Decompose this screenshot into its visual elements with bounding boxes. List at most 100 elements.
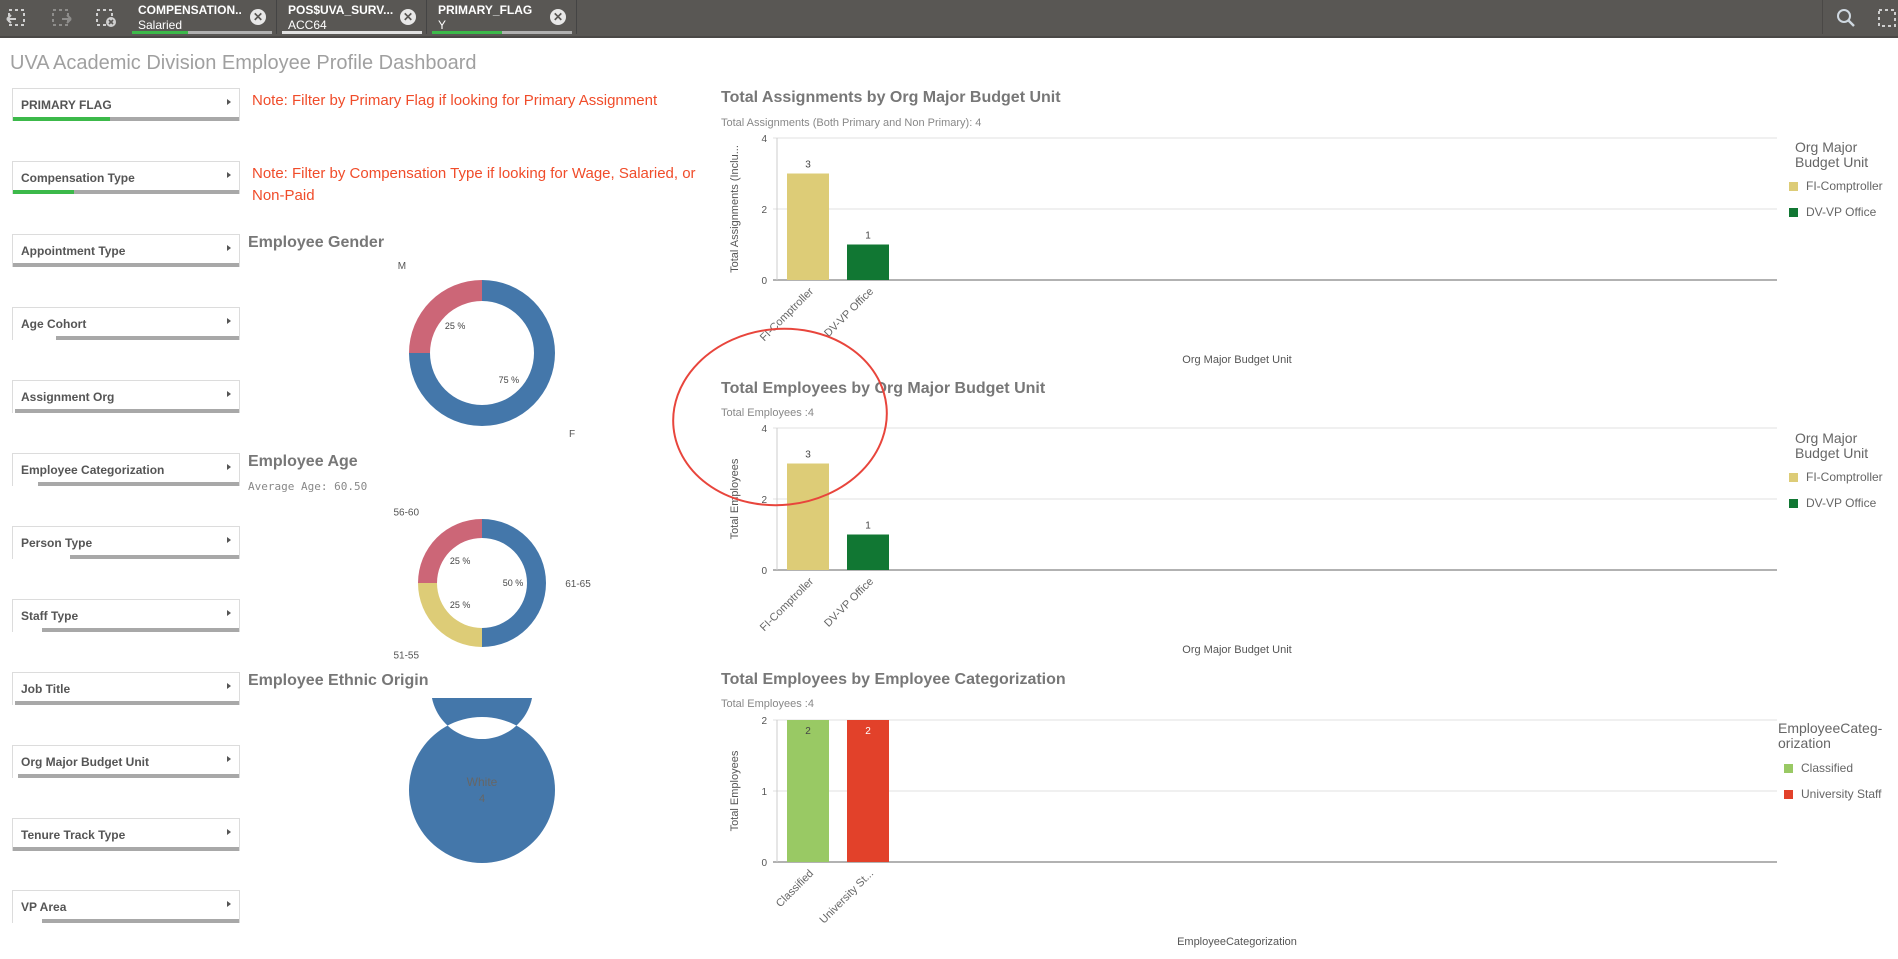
slice-category-label: 61-65	[565, 579, 591, 590]
expand-arrow-icon[interactable]	[227, 610, 231, 616]
selection-value: Salaried	[138, 18, 183, 32]
bar-fi-comptroller[interactable]	[787, 173, 829, 281]
filter-appointment-type[interactable]: Appointment Type	[12, 234, 240, 267]
expand-arrow-icon[interactable]	[227, 172, 231, 178]
filter-assignment-org[interactable]: Assignment Org	[12, 380, 240, 413]
smart-search-icon[interactable]	[1876, 6, 1898, 30]
x-tick-label: DV-VP Office	[822, 576, 876, 630]
employees-cat-bar-chart[interactable]: Total Employees 0 1 2 2 Classified 2 University…	[720, 712, 1790, 952]
bar-data-label: 2	[865, 726, 871, 737]
legend-label: FI-Comptroller	[1806, 179, 1883, 193]
note-line: Note: Filter by Compensation Type if loo…	[252, 165, 696, 182]
legend-item-fi-comptroller[interactable]: FI-Comptroller	[1789, 179, 1883, 193]
filter-state-bar	[13, 482, 239, 486]
ethnic-donut-chart[interactable]: White 4	[390, 698, 580, 888]
selection-tab-pos-uva-surv[interactable]: POS$UVA_SURV... ACC64 ✕	[278, 0, 427, 34]
employees-cat-chart-subtitle: Total Employees :4	[721, 698, 814, 710]
legend-label: Classified	[1801, 761, 1854, 775]
filter-tenure-track-type[interactable]: Tenure Track Type	[12, 818, 240, 851]
remove-selection-icon[interactable]: ✕	[550, 9, 566, 25]
filter-compensation-type[interactable]: Compensation Type	[12, 161, 240, 194]
bar-data-label: 3	[805, 160, 811, 171]
filter-person-type[interactable]: Person Type	[12, 526, 240, 559]
filter-state-bar	[13, 774, 239, 778]
legend-swatch	[1784, 764, 1793, 773]
legend-swatch	[1789, 208, 1798, 217]
gender-donut-chart[interactable]: 75 % F 25 % M	[390, 260, 580, 450]
expand-arrow-icon[interactable]	[227, 318, 231, 324]
legend-title: Org Major Budget Unit	[1795, 139, 1869, 170]
y-tick-label: 2	[761, 205, 767, 216]
selection-tab-compensation[interactable]: COMPENSATION.. Salaried ✕	[128, 0, 277, 34]
remove-selection-icon[interactable]: ✕	[400, 9, 416, 25]
search-icon[interactable]	[1834, 6, 1858, 30]
donut-center-value: 4	[479, 793, 485, 805]
slice-percent-label: 25 %	[445, 321, 466, 331]
expand-arrow-icon[interactable]	[227, 464, 231, 470]
selection-tab-primary-flag[interactable]: PRIMARY_FLAG Y ✕	[428, 0, 577, 34]
filter-label: Appointment Type	[21, 244, 126, 258]
bar-dv-vp-office[interactable]	[847, 534, 889, 571]
expand-arrow-icon[interactable]	[227, 245, 231, 251]
expand-arrow-icon[interactable]	[227, 99, 231, 105]
legend-swatch	[1789, 473, 1798, 482]
step-back-icon[interactable]	[4, 6, 28, 30]
filter-primary-flag[interactable]: PRIMARY FLAG	[12, 88, 240, 121]
expand-arrow-icon[interactable]	[227, 391, 231, 397]
filter-state-bar	[13, 336, 239, 340]
x-tick-label: FI-Comptroller	[758, 285, 816, 343]
legend-item-dv-vp-office[interactable]: DV-VP Office	[1789, 205, 1876, 219]
bar-university-st-[interactable]	[847, 720, 889, 862]
donut-slice-56-60[interactable]	[418, 519, 482, 583]
filter-vp-area[interactable]: VP Area	[12, 890, 240, 923]
x-tick-label: University St...	[817, 868, 876, 927]
expand-arrow-icon[interactable]	[227, 901, 231, 907]
y-axis-title: Total Employees	[729, 458, 741, 539]
note-line: Non-Paid	[252, 187, 315, 204]
x-tick-label: DV-VP Office	[822, 286, 876, 340]
slice-category-label: M	[398, 261, 406, 272]
bar-data-label: 3	[805, 450, 811, 461]
bar-fi-comptroller[interactable]	[787, 463, 829, 571]
employees-org-bar-chart[interactable]: Total Employees 0 2 4 3 FI-Comptroller 1 DV-VP …	[720, 420, 1790, 660]
donut-slice-51-55[interactable]	[418, 583, 482, 647]
bar-classified[interactable]	[787, 720, 829, 862]
filter-job-title[interactable]: Job Title	[12, 672, 240, 705]
y-tick-label: 4	[761, 424, 767, 435]
filter-org-major-budget-unit[interactable]: Org Major Budget Unit	[12, 745, 240, 778]
filter-employee-categorization[interactable]: Employee Categorization	[12, 453, 240, 486]
bar-dv-vp-office[interactable]	[847, 244, 889, 281]
filter-state-bar	[13, 628, 239, 632]
donut-center-label: White	[467, 775, 498, 789]
expand-arrow-icon[interactable]	[227, 756, 231, 762]
x-tick-label: FI-Comptroller	[758, 575, 816, 633]
slice-category-label: F	[569, 429, 575, 440]
clear-selections-icon[interactable]	[94, 6, 118, 30]
age-chart-title: Employee Age	[248, 453, 358, 470]
remove-selection-icon[interactable]: ✕	[250, 9, 266, 25]
expand-arrow-icon[interactable]	[227, 683, 231, 689]
donut-slice-m[interactable]	[409, 280, 482, 353]
legend-item-fi-comptroller[interactable]: FI-Comptroller	[1789, 470, 1883, 484]
expand-arrow-icon[interactable]	[227, 829, 231, 835]
legend-item-dv-vp-office[interactable]: DV-VP Office	[1789, 496, 1876, 510]
slice-percent-label: 75 %	[499, 375, 520, 385]
legend-swatch	[1789, 182, 1798, 191]
filter-label: Org Major Budget Unit	[21, 755, 149, 769]
legend-label: University Staff	[1801, 787, 1882, 801]
age-donut-chart[interactable]: 50 % 61-65 25 % 51-55 25 % 56-60	[390, 500, 600, 670]
filter-age-cohort[interactable]: Age Cohort	[12, 307, 240, 340]
step-forward-icon[interactable]	[50, 6, 74, 30]
y-axis-title: Total Employees	[729, 750, 741, 831]
legend-item-classified[interactable]: Classified	[1784, 761, 1853, 775]
assignments-bar-chart[interactable]: Total Assignments (Inclu... 0 2 4 3 FI-Comptr…	[720, 130, 1790, 370]
filter-label: Job Title	[21, 682, 71, 696]
y-axis-title: Total Assignments (Inclu...	[729, 145, 741, 273]
filter-state-bar	[13, 190, 239, 194]
slice-category-label: 56-60	[393, 507, 419, 518]
legend-item-university-staff[interactable]: University Staff	[1784, 787, 1881, 801]
slice-percent-label: 25 %	[450, 556, 471, 566]
expand-arrow-icon[interactable]	[227, 537, 231, 543]
note-compensation-type: Note: Filter by Compensation Type if loo…	[252, 163, 696, 207]
filter-staff-type[interactable]: Staff Type	[12, 599, 240, 632]
